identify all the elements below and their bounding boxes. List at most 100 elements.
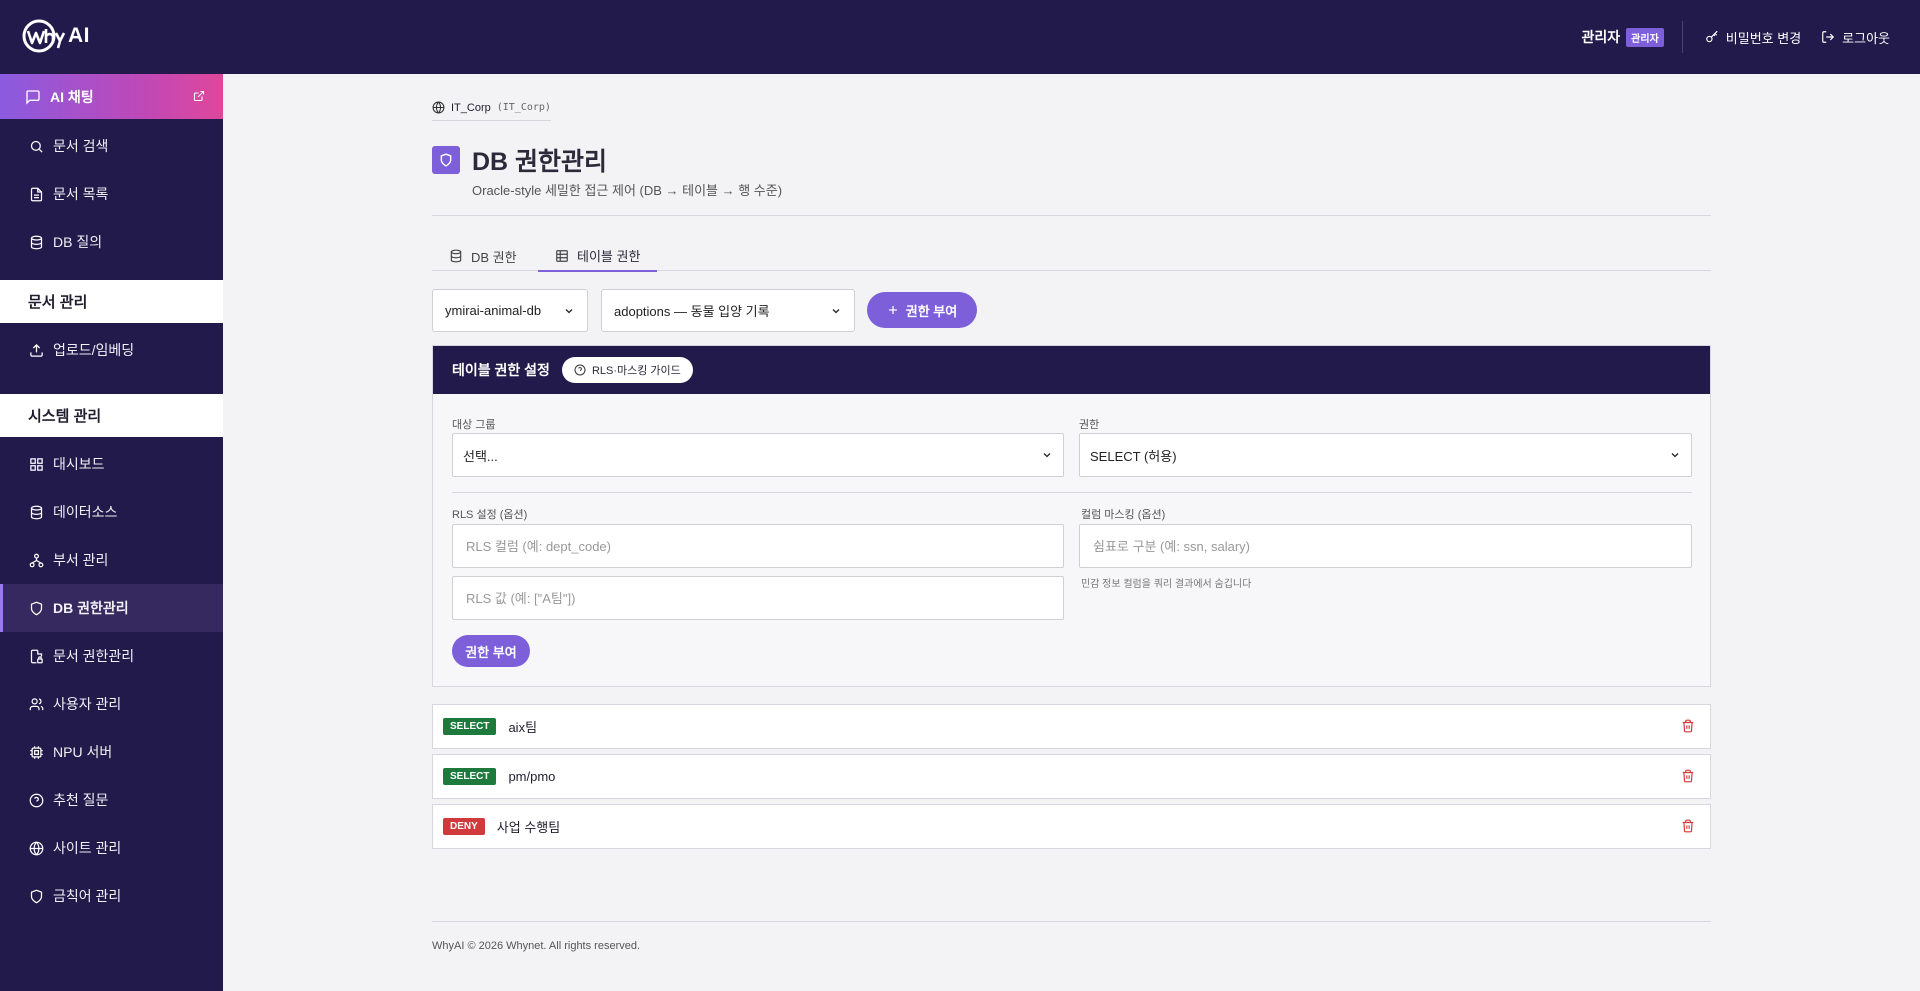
permission-group: 사업 수행팀: [496, 820, 561, 835]
doc-lock-icon: [30, 649, 43, 663]
tab-label: 테이블 권한: [577, 249, 641, 264]
panel-title: 테이블 권한 설정: [452, 362, 550, 378]
change-password-link[interactable]: 비밀번호 변경: [1705, 28, 1801, 47]
sidebar-item-label: 대시보드: [53, 456, 105, 472]
sidebar-item-label: 사용자 관리: [53, 696, 122, 712]
permission-badge: DENY: [443, 818, 485, 835]
mask-columns-input[interactable]: [1090, 538, 1681, 554]
rls-column-input[interactable]: [463, 538, 1053, 554]
divider: [1681, 21, 1683, 53]
sidebar-item-suggested-questions[interactable]: 추천 질문: [0, 776, 223, 824]
sidebar-item-label: NPU 서버: [53, 744, 113, 760]
top-bar: AI 관리자 관리자 비밀번호 변경 로그아웃: [0, 0, 1920, 74]
chat-icon: [26, 89, 40, 105]
logo[interactable]: AI: [22, 18, 90, 54]
mask-hint: 민감 정보 컬럼을 쿼리 결과에서 숨깁니다: [1081, 579, 1252, 590]
sidebar-item-db-permissions[interactable]: DB 권한관리: [0, 584, 223, 632]
group-select[interactable]: 선택...: [452, 433, 1064, 477]
rls-column-field[interactable]: [452, 524, 1064, 568]
sidebar-item-datasource[interactable]: 데이터소스: [0, 488, 223, 536]
tab-bar: DB 권한 테이블 권한: [432, 241, 1711, 272]
database-icon: [30, 505, 43, 519]
globe-icon: [29, 841, 44, 855]
permission-badge: SELECT: [443, 718, 497, 735]
page-title-icon: [432, 146, 460, 174]
grant-permission-button[interactable]: 권한 부여: [867, 292, 977, 328]
db-select-value: ymirai-animal-db: [445, 303, 542, 318]
footer-copyright: WhyAI © 2026 Whynet. All rights reserved…: [432, 940, 641, 952]
sidebar-item-doc-list[interactable]: 문서 목록: [0, 170, 223, 218]
why-logo-icon: [22, 19, 66, 53]
sidebar-item-upload[interactable]: 업로드/임베딩: [0, 326, 223, 374]
user-name: 관리자: [1581, 29, 1621, 45]
group-label: 대상 그룹: [452, 419, 496, 431]
grant-submit-button[interactable]: 권한 부여: [452, 635, 530, 667]
section-doc-management: 문서 관리: [0, 280, 223, 323]
sidebar-item-doc-permissions[interactable]: 문서 권한관리: [0, 632, 223, 680]
sidebar: AI 채팅 문서 검색 문서 목록 DB 질의 문서 관리 업로드/임베딩 시스…: [0, 74, 223, 991]
table-select[interactable]: adoptions — 동물 입양 기록: [601, 289, 855, 332]
tenant-code: (IT_Corp): [496, 102, 551, 113]
table-permission-panel: 테이블 권한 설정 RLS·마스킹 가이드 대상 그룹 선택... 권한 SEL…: [432, 345, 1711, 687]
sidebar-item-departments[interactable]: 부서 관리: [0, 536, 223, 584]
shield-icon: [440, 153, 452, 167]
key-icon: [1705, 30, 1718, 43]
document-icon: [30, 187, 43, 201]
dashboard-icon: [30, 457, 43, 471]
role-badge: 관리자: [1626, 27, 1664, 47]
sidebar-item-ai-chat[interactable]: AI 채팅: [0, 74, 223, 119]
external-link-icon: [193, 90, 205, 102]
shield-icon: [30, 889, 43, 903]
rls-guide-button[interactable]: RLS·마스킹 가이드: [561, 357, 693, 383]
tenant-name: IT_Corp: [451, 101, 491, 114]
logout-link[interactable]: 로그아웃: [1821, 28, 1890, 47]
grant-permission-label: 권한 부여: [905, 303, 958, 319]
sidebar-item-users[interactable]: 사용자 관리: [0, 680, 223, 728]
section-system-management: 시스템 관리: [0, 394, 223, 437]
permission-group: pm/pmo: [508, 769, 556, 784]
divider: [452, 492, 1692, 493]
table-select-value: adoptions — 동물 입양 기록: [614, 304, 770, 319]
help-icon: [574, 364, 586, 376]
sidebar-item-banned-words[interactable]: 금칙어 관리: [0, 872, 223, 920]
plus-icon: [888, 306, 897, 314]
permission-row: DENY 사업 수행팀: [432, 804, 1711, 849]
trash-icon[interactable]: [1681, 719, 1695, 733]
sidebar-item-doc-search[interactable]: 문서 검색: [0, 122, 223, 170]
ai-chat-label: AI 채팅: [50, 88, 94, 105]
tab-label: DB 권한: [471, 249, 517, 265]
main-content: IT_Corp (IT_Corp) DB 권한관리 Oracle-style 세…: [223, 74, 1920, 991]
rls-value-field[interactable]: [452, 576, 1064, 620]
mask-columns-field[interactable]: [1079, 524, 1692, 568]
permission-label: 권한: [1079, 419, 1100, 431]
database-icon: [450, 249, 462, 263]
chevron-down-icon: [832, 308, 840, 313]
org-icon: [29, 553, 44, 567]
rls-guide-label: RLS·마스킹 가이드: [591, 365, 681, 377]
chevron-down-icon: [565, 308, 573, 313]
sidebar-item-npu-server[interactable]: NPU 서버: [0, 728, 223, 776]
database-icon: [30, 235, 43, 249]
tab-table-permissions[interactable]: 테이블 권한: [538, 241, 658, 272]
sidebar-item-dashboard[interactable]: 대시보드: [0, 440, 223, 488]
tab-db-permissions[interactable]: DB 권한: [432, 241, 534, 271]
sidebar-item-label: 추천 질문: [53, 792, 109, 808]
db-select[interactable]: ymirai-animal-db: [432, 289, 588, 332]
page-subtitle: Oracle-style 세밀한 접근 제어 (DB → 테이블 → 행 수준): [472, 183, 783, 198]
divider: [432, 215, 1711, 216]
logout-label: 로그아웃: [1842, 30, 1890, 46]
sidebar-item-db-query[interactable]: DB 질의: [0, 218, 223, 266]
sidebar-item-label: 업로드/임베딩: [53, 342, 135, 358]
trash-icon[interactable]: [1681, 769, 1695, 783]
logout-icon: [1822, 31, 1835, 43]
rls-label: RLS 설정 (옵션): [452, 509, 528, 521]
chip-icon: [30, 745, 43, 759]
trash-icon[interactable]: [1681, 819, 1695, 833]
sidebar-item-site-management[interactable]: 사이트 관리: [0, 824, 223, 872]
help-icon: [29, 793, 44, 807]
sidebar-item-label: 데이터소스: [53, 504, 118, 520]
rls-value-input[interactable]: [463, 590, 1053, 606]
upload-icon: [30, 343, 43, 357]
sidebar-item-label: 문서 권한관리: [53, 648, 135, 664]
permission-select[interactable]: SELECT (허용): [1079, 433, 1692, 477]
